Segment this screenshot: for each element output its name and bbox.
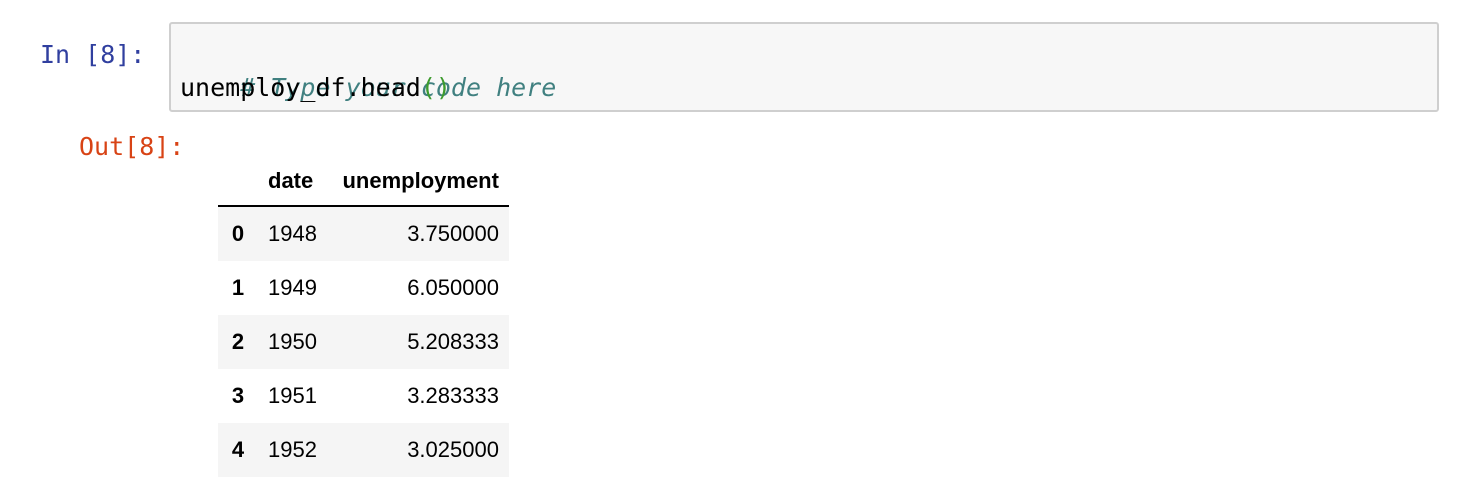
table-header-row: date unemployment	[218, 157, 509, 207]
code-line-2: unemploy_df.head()	[180, 71, 451, 105]
code-parens: ()	[420, 73, 451, 102]
row-index: 1	[231, 275, 245, 300]
unemployment-cell: 5.208333	[407, 329, 499, 354]
table-row: 1 1949 6.050000	[218, 261, 509, 315]
table-row: 4 1952 3.025000	[218, 423, 509, 477]
row-index: 4	[231, 437, 245, 462]
code-call: unemploy_df.head	[180, 73, 421, 102]
table-row: 0 1948 3.750000	[218, 206, 509, 261]
output-prompt: Out[8]:	[79, 132, 185, 161]
unemployment-cell: 6.050000	[407, 275, 499, 300]
date-cell: 1952	[268, 437, 317, 462]
index-header	[218, 157, 258, 207]
date-cell: 1949	[268, 275, 317, 300]
table-row: 2 1950 5.208333	[218, 315, 509, 369]
column-header-date: date	[258, 157, 327, 207]
column-header-unemployment: unemployment	[326, 157, 509, 207]
input-prompt: In [8]:	[40, 40, 146, 69]
table-row: 3 1951 3.283333	[218, 369, 509, 423]
dataframe-output-table: date unemployment 0 1948 3.750000 1 1949…	[218, 157, 509, 477]
unemployment-cell: 3.025000	[407, 437, 499, 462]
row-index: 0	[231, 221, 245, 246]
code-cell-editor[interactable]: # Type your code here unemploy_df.head()	[169, 22, 1439, 112]
row-index: 3	[231, 383, 245, 408]
date-cell: 1948	[268, 221, 317, 246]
unemployment-cell: 3.750000	[407, 221, 499, 246]
date-cell: 1950	[268, 329, 317, 354]
unemployment-cell: 3.283333	[407, 383, 499, 408]
row-index: 2	[231, 329, 245, 354]
date-cell: 1951	[268, 383, 317, 408]
